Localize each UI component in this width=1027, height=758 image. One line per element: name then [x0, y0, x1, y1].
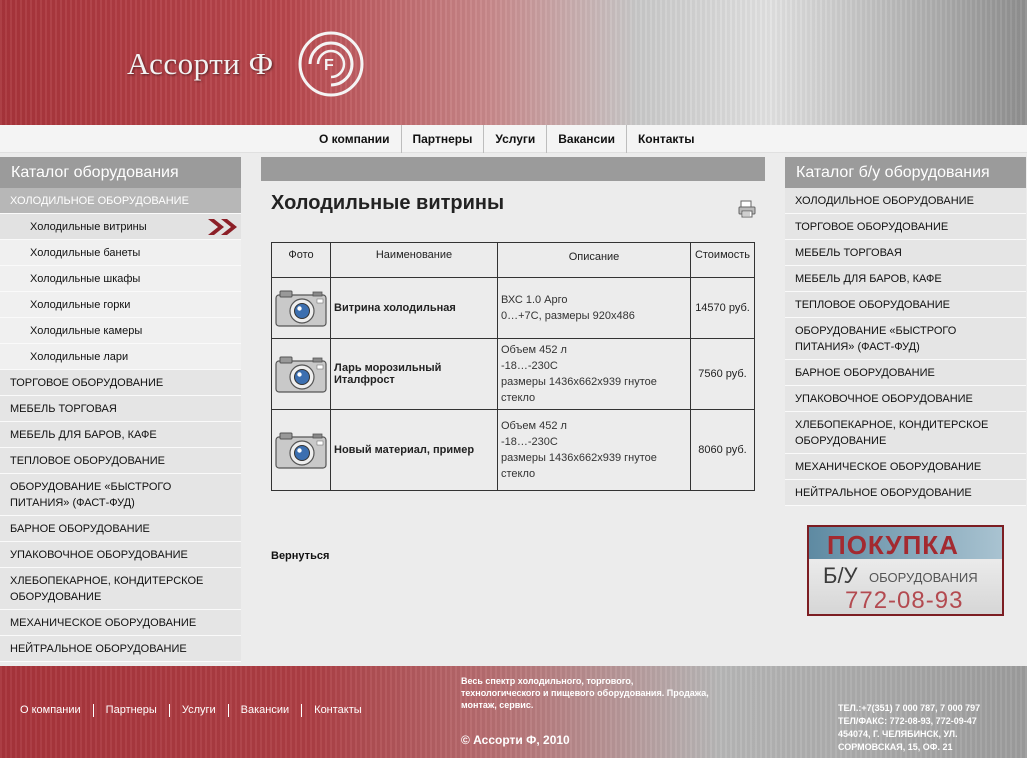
product-name[interactable]: Новый материал, пример [330, 409, 498, 491]
print-icon[interactable] [738, 200, 756, 218]
banner-phone: 772-08-93 [845, 587, 964, 614]
banner-used-label: Б/У [823, 563, 858, 588]
site-header: Ассорти Ф F [0, 0, 1027, 125]
photo-cell[interactable] [271, 409, 331, 491]
product-name[interactable]: Витрина холодильная [330, 277, 498, 339]
description-line: -18…-230С [501, 360, 558, 372]
used-item-bakery[interactable]: ХЛЕБОПЕКАРНОЕ, КОНДИТЕРСКОЕ ОБОРУДОВАНИЕ [785, 412, 1026, 454]
used-item-thermal[interactable]: ТЕПЛОВОЕ ОБОРУДОВАНИЕ [785, 292, 1026, 318]
banner-equipment-label: ОБОРУДОВАНИЯ [869, 570, 978, 585]
sidebar-item-fast-food[interactable]: ОБОРУДОВАНИЕ «БЫСТРОГО ПИТАНИЯ» (ФАСТ-ФУ… [0, 474, 241, 516]
description-line: Объем 452 л [501, 344, 567, 356]
sidebar-subitem-chambers[interactable]: Холодильные камеры [0, 318, 241, 344]
header-photo: Фото [271, 242, 331, 278]
used-item-neutral[interactable]: НЕЙТРАЛЬНОЕ ОБОРУДОВАНИЕ [785, 480, 1026, 506]
sidebar-subitem-banettes[interactable]: Холодильные банеты [0, 240, 241, 266]
svg-text:F: F [324, 57, 334, 74]
back-link[interactable]: Вернуться [271, 550, 329, 562]
nav-partners[interactable]: Партнеры [402, 125, 485, 153]
product-description: Объем 452 л -18…-230С размеры 1436х662х9… [497, 409, 691, 491]
used-item-refrigeration[interactable]: ХОЛОДИЛЬНОЕ ОБОРУДОВАНИЕ [785, 188, 1026, 214]
nav-about[interactable]: О компании [308, 125, 402, 153]
logo-text[interactable]: Ассорти Ф [127, 46, 274, 82]
description-line: Объем 452 л [501, 420, 567, 432]
contact-address: 454074, Г. ЧЕЛЯБИНСК, УЛ. СОРМОВСКАЯ, 15… [838, 729, 958, 752]
used-equipment-purchase-banner[interactable]: ПОКУПКА Б/У ОБОРУДОВАНИЯ 772-08-93 [807, 525, 1004, 616]
header-price: Стоимость [690, 242, 755, 278]
product-price: 14570 руб. [690, 277, 755, 339]
product-name[interactable]: Ларь морозильный Италфрост [330, 338, 498, 410]
header-name: Наименование [330, 242, 498, 278]
used-item-mechanical[interactable]: МЕХАНИЧЕСКОЕ ОБОРУДОВАНИЕ [785, 454, 1026, 480]
used-item-trade-furniture[interactable]: МЕБЕЛЬ ТОРГОВАЯ [785, 240, 1026, 266]
sidebar-title: Каталог б/у оборудования [785, 157, 1026, 188]
footer-nav-partners[interactable]: Партнеры [94, 704, 170, 717]
sidebar-item-bar[interactable]: БАРНОЕ ОБОРУДОВАНИЕ [0, 516, 241, 542]
description-line: -18…-230С [501, 436, 558, 448]
sidebar-subitem-slides[interactable]: Холодильные горки [0, 292, 241, 318]
footer-nav-services[interactable]: Услуги [170, 704, 229, 717]
sidebar-title: Каталог оборудования [0, 157, 241, 188]
contact-fax: ТЕЛ/ФАКС: 772-08-93, 772-09-47 [838, 716, 977, 726]
sidebar-subitem-showcases[interactable]: Холодильные витрины [0, 214, 241, 240]
product-description: Объем 452 л -18…-230С размеры 1436х662х9… [497, 338, 691, 410]
description-line: 0…+7С, размеры 920х486 [501, 310, 635, 322]
used-item-bar[interactable]: БАРНОЕ ОБОРУДОВАНИЕ [785, 360, 1026, 386]
current-arrow-icon [208, 219, 237, 235]
table-row[interactable]: Витрина холодильная ВХС 1.0 Арго 0…+7С, … [271, 277, 755, 339]
nav-contacts[interactable]: Контакты [627, 125, 706, 153]
description-line: размеры 1436х662х939 гнутое стекло [501, 452, 657, 480]
used-item-trade[interactable]: ТОРГОВОЕ ОБОРУДОВАНИЕ [785, 214, 1026, 240]
sidebar-item-neutral[interactable]: НЕЙТРАЛЬНОЕ ОБОРУДОВАНИЕ [0, 636, 241, 662]
sidebar-item-thermal[interactable]: ТЕПЛОВОЕ ОБОРУДОВАНИЕ [0, 448, 241, 474]
sidebar-item-bar-furniture[interactable]: МЕБЕЛЬ ДЛЯ БАРОВ, КАФЕ [0, 422, 241, 448]
sidebar-item-trade[interactable]: ТОРГОВОЕ ОБОРУДОВАНИЕ [0, 370, 241, 396]
sidebar-item-bakery[interactable]: ХЛЕБОПЕКАРНОЕ, КОНДИТЕРСКОЕ ОБОРУДОВАНИЕ [0, 568, 241, 610]
table-row[interactable]: Ларь морозильный Италфрост Объем 452 л -… [271, 338, 755, 410]
banner-headline: ПОКУПКА [827, 530, 959, 560]
site-footer: О компании Партнеры Услуги Вакансии Конт… [0, 666, 1027, 758]
used-item-bar-furniture[interactable]: МЕБЕЛЬ ДЛЯ БАРОВ, КАФЕ [785, 266, 1026, 292]
sidebar-subitem-cabinets[interactable]: Холодильные шкафы [0, 266, 241, 292]
footer-nav-vacancies[interactable]: Вакансии [229, 704, 303, 717]
sidebar-item-trade-furniture[interactable]: МЕБЕЛЬ ТОРГОВАЯ [0, 396, 241, 422]
product-description: ВХС 1.0 Арго 0…+7С, размеры 920х486 [497, 277, 691, 339]
sidebar-item-mechanical[interactable]: МЕХАНИЧЕСКОЕ ОБОРУДОВАНИЕ [0, 610, 241, 636]
footer-nav-contacts[interactable]: Контакты [302, 704, 374, 717]
equipment-catalog-sidebar: Каталог оборудования ХОЛОДИЛЬНОЕ ОБОРУДО… [0, 157, 241, 662]
product-price: 7560 руб. [690, 338, 755, 410]
header-description: Описание [497, 242, 691, 278]
table-header-row: Фото Наименование Описание Стоимость [271, 242, 755, 278]
sidebar-subitem-chests[interactable]: Холодильные лари [0, 344, 241, 370]
sidebar-subitem-label: Холодильные витрины [30, 221, 147, 233]
used-item-fast-food[interactable]: ОБОРУДОВАНИЕ «БЫСТРОГО ПИТАНИЯ» (ФАСТ-ФУ… [785, 318, 1026, 360]
sidebar-item-refrigeration[interactable]: ХОЛОДИЛЬНОЕ ОБОРУДОВАНИЕ [0, 188, 241, 214]
photo-cell[interactable] [271, 338, 331, 410]
used-equipment-sidebar: Каталог б/у оборудования ХОЛОДИЛЬНОЕ ОБО… [785, 157, 1026, 506]
page-title: Холодильные витрины [271, 192, 505, 214]
top-navigation: О компании Партнеры Услуги Вакансии Конт… [0, 125, 1027, 153]
used-item-packaging[interactable]: УПАКОВОЧНОЕ ОБОРУДОВАНИЕ [785, 386, 1026, 412]
products-table: Фото Наименование Описание Стоимость Вит… [271, 242, 755, 491]
contact-phone: ТЕЛ.:+7(351) 7 000 787, 7 000 797 [838, 703, 981, 713]
footer-description: Весь спектр холодильного, торгового, тех… [461, 676, 709, 710]
copyright: © Ассорти Ф, 2010 [461, 733, 570, 747]
nav-services[interactable]: Услуги [484, 125, 548, 153]
description-line: размеры 1436х662х939 гнутое стекло [501, 376, 657, 404]
nav-vacancies[interactable]: Вакансии [547, 125, 627, 153]
camera-icon[interactable] [275, 431, 327, 469]
camera-icon[interactable] [275, 289, 327, 327]
logo-emblem-icon[interactable]: F [296, 29, 366, 99]
camera-icon[interactable] [275, 355, 327, 393]
footer-nav-about[interactable]: О компании [8, 704, 94, 717]
description-line: ВХС 1.0 Арго [501, 294, 568, 306]
product-price: 8060 руб. [690, 409, 755, 491]
content-header-bar [261, 157, 765, 181]
table-row[interactable]: Новый материал, пример Объем 452 л -18…-… [271, 409, 755, 491]
photo-cell[interactable] [271, 277, 331, 339]
sidebar-item-packaging[interactable]: УПАКОВОЧНОЕ ОБОРУДОВАНИЕ [0, 542, 241, 568]
footer-navigation: О компании Партнеры Услуги Вакансии Конт… [8, 704, 374, 717]
footer-contacts: ТЕЛ.:+7(351) 7 000 787, 7 000 797 ТЕЛ/ФА… [838, 702, 1023, 754]
banner-top-strip: ПОКУПКА [809, 527, 1002, 560]
